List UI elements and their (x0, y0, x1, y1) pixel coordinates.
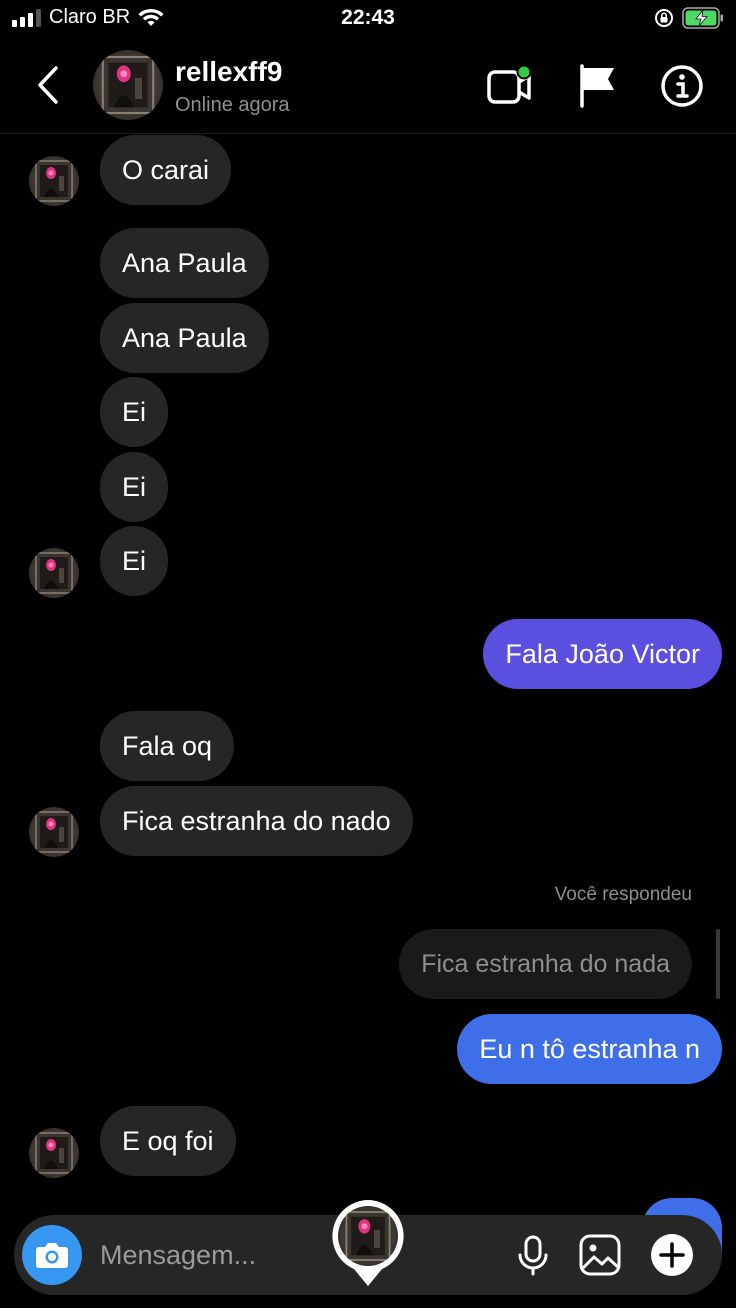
sender-avatar[interactable] (29, 807, 79, 857)
reply-indicator-bar (716, 929, 720, 999)
message-bubble[interactable]: Ana Paula (100, 303, 269, 373)
chat-header: rellexff9 Online agora (0, 40, 736, 134)
info-icon[interactable] (658, 62, 706, 110)
message-bubble[interactable]: Ei (100, 452, 169, 522)
flag-icon[interactable] (574, 62, 622, 110)
contact-username[interactable]: rellexff9 (175, 56, 282, 88)
floating-avatar[interactable] (330, 1198, 406, 1288)
message-bubble[interactable]: O carai (100, 135, 232, 205)
reply-label: Você respondeu (554, 884, 692, 905)
gallery-icon[interactable] (578, 1233, 622, 1277)
contact-avatar[interactable] (93, 50, 163, 120)
battery-icon (682, 7, 723, 29)
clock: 22:43 (341, 6, 395, 29)
video-call-icon[interactable] (486, 62, 534, 110)
back-chevron-icon[interactable] (32, 64, 66, 106)
sent-message-bubble[interactable]: Fala João Victor (483, 619, 722, 689)
sender-avatar[interactable] (29, 156, 79, 206)
status-bar: Claro BR 22:43 (0, 0, 736, 40)
lock-rotation-icon (655, 9, 673, 27)
message-bubble[interactable]: Fala oq (100, 711, 235, 781)
presence-status: Online agora (175, 94, 290, 116)
sent-message-bubble[interactable]: Eu n tô estranha n (457, 1014, 722, 1084)
message-bubble[interactable]: Fica estranha do nado (100, 786, 413, 856)
message-bubble[interactable]: Ei (100, 377, 169, 447)
message-bubble[interactable]: E oq foi (100, 1106, 236, 1176)
sender-avatar[interactable] (29, 548, 79, 598)
camera-button[interactable] (22, 1225, 82, 1285)
reply-quote[interactable]: Fica estranha do nada (399, 929, 692, 999)
microphone-icon[interactable] (511, 1233, 555, 1277)
plus-icon[interactable] (650, 1233, 694, 1277)
message-bubble[interactable]: Ei (100, 526, 169, 596)
sender-avatar[interactable] (29, 1128, 79, 1178)
camera-icon (36, 1243, 68, 1268)
message-input[interactable] (100, 1233, 340, 1277)
message-bubble[interactable]: Ana Paula (100, 228, 269, 298)
